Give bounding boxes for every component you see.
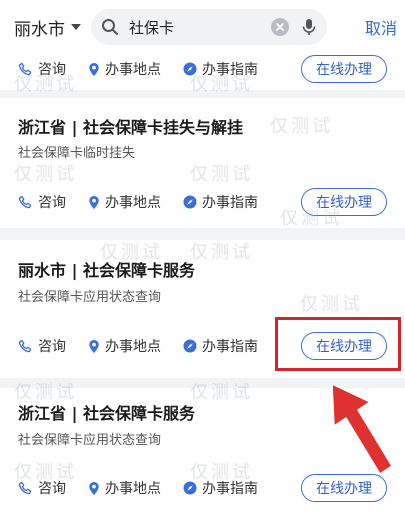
guide-label: 办事指南 [202, 481, 258, 497]
compass-icon [183, 62, 197, 76]
service-subtitle: 社会保障卡临时挂失 [18, 146, 136, 161]
microphone-icon[interactable] [301, 18, 317, 36]
city-label: 丽水市 [14, 19, 65, 40]
guide-link[interactable]: 办事指南 [183, 192, 258, 212]
compass-icon [183, 481, 197, 495]
search-header: 丽水市 取消 [0, 0, 405, 54]
action-row: 咨询 办事地点 办事指南 在线办理 [18, 187, 387, 217]
action-row: 咨询 办事地点 办事指南 在线办理 [18, 54, 387, 84]
guide-link[interactable]: 办事指南 [183, 59, 258, 79]
cancel-button[interactable]: 取消 [365, 15, 397, 39]
location-pin-icon [89, 195, 99, 209]
location-link[interactable]: 办事地点 [88, 59, 161, 79]
location-label: 办事地点 [105, 481, 161, 497]
consult-label: 咨询 [38, 62, 66, 78]
service-subtitle: 社会保障卡应用状态查询 [18, 433, 162, 448]
phone-icon [18, 195, 32, 208]
result-card: 咨询 办事地点 办事指南 在线办理 [0, 54, 405, 90]
chevron-down-icon [71, 24, 81, 30]
service-title: 浙江省 | 社会保障卡服务 [18, 404, 195, 423]
search-box[interactable] [91, 9, 327, 45]
guide-link[interactable]: 办事指南 [183, 478, 258, 498]
location-link[interactable]: 办事地点 [88, 192, 161, 212]
consult-label: 咨询 [38, 481, 66, 497]
city-selector[interactable]: 丽水市 [14, 15, 81, 40]
location-label: 办事地点 [105, 339, 161, 355]
search-input[interactable] [127, 17, 271, 37]
service-title: 丽水市 | 社会保障卡服务 [18, 261, 195, 280]
location-link[interactable]: 办事地点 [88, 336, 161, 356]
phone-icon [18, 481, 32, 494]
guide-label: 办事指南 [202, 195, 258, 211]
location-label: 办事地点 [105, 195, 161, 211]
location-label: 办事地点 [105, 62, 161, 78]
location-link[interactable]: 办事地点 [88, 478, 161, 498]
consult-link[interactable]: 咨询 [18, 336, 66, 356]
highlight-box [275, 317, 401, 371]
consult-link[interactable]: 咨询 [18, 59, 66, 79]
red-arrow-icon [331, 383, 393, 475]
location-pin-icon [89, 339, 99, 353]
service-subtitle: 社会保障卡应用状态查询 [18, 290, 162, 305]
guide-label: 办事指南 [202, 339, 258, 355]
consult-link[interactable]: 咨询 [18, 478, 66, 498]
phone-icon [18, 339, 32, 352]
online-handle-button[interactable]: 在线办理 [301, 55, 387, 83]
location-pin-icon [89, 62, 99, 76]
phone-icon [18, 62, 32, 75]
online-handle-button[interactable]: 在线办理 [301, 188, 387, 216]
guide-label: 办事指南 [202, 62, 258, 78]
search-icon [102, 19, 118, 35]
consult-link[interactable]: 咨询 [18, 192, 66, 212]
consult-label: 咨询 [38, 195, 66, 211]
service-title: 浙江省 | 社会保障卡挂失与解挂 [18, 118, 243, 137]
consult-label: 咨询 [38, 339, 66, 355]
clear-icon[interactable] [271, 18, 289, 36]
compass-icon [183, 195, 197, 209]
compass-icon [183, 339, 197, 353]
location-pin-icon [89, 481, 99, 495]
guide-link[interactable]: 办事指南 [183, 336, 258, 356]
result-card[interactable]: 浙江省 | 社会保障卡挂失与解挂 社会保障卡临时挂失 咨询 办事地点 办事指南 … [0, 98, 405, 228]
